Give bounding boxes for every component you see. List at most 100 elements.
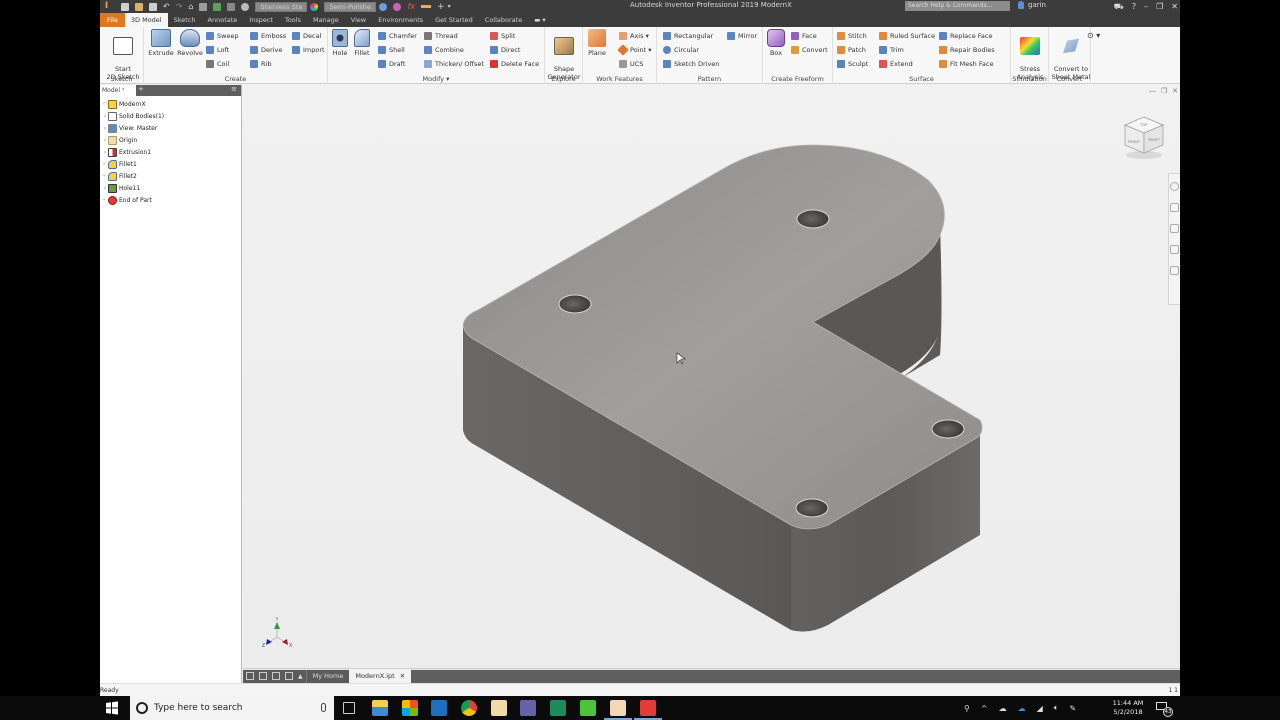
ribbon-options-icon[interactable]: ⊙ ▾ — [1087, 31, 1100, 40]
plane-button[interactable]: Plane — [585, 29, 609, 57]
material-icon[interactable] — [241, 2, 250, 11]
draft-button[interactable]: Draft — [378, 58, 405, 70]
repair-bodies-button[interactable]: Repair Bodies — [939, 44, 995, 56]
material-select[interactable]: Stainless Steel — [255, 1, 308, 12]
zoom-icon[interactable] — [1170, 224, 1179, 233]
face-button[interactable]: Face — [791, 30, 817, 42]
convert-button[interactable]: Convert — [791, 44, 828, 56]
tree-item[interactable]: › Origin — [100, 134, 241, 146]
tree-item[interactable]: › Extrusion1 — [100, 146, 241, 158]
start-2d-sketch-button[interactable]: Start 2D Sketch — [106, 29, 140, 81]
add-browser-icon[interactable]: + — [138, 85, 144, 93]
box-button[interactable]: Box — [763, 29, 789, 57]
teams-icon[interactable] — [520, 700, 536, 716]
tab-annotate[interactable]: Annotate — [202, 13, 244, 27]
save-icon[interactable] — [149, 2, 157, 11]
steering-wheel-icon[interactable] — [1170, 182, 1179, 191]
appearance-ball-icon[interactable] — [310, 2, 319, 11]
camtasia-recorder-icon[interactable] — [634, 700, 662, 720]
show-hidden-icons[interactable]: ^ — [981, 704, 988, 713]
decal-button[interactable]: Decal — [292, 30, 321, 42]
tab-modernx-ipt[interactable]: ModernX.ipt ✕ — [349, 668, 412, 684]
point-button[interactable]: Point ▾ — [617, 44, 651, 56]
coil-button[interactable]: Coil — [206, 58, 229, 70]
tile-icon[interactable] — [259, 672, 267, 680]
tab-view[interactable]: View — [345, 13, 372, 27]
store-icon[interactable] — [402, 700, 418, 716]
tab-environments[interactable]: Environments — [372, 13, 429, 27]
cart-icon[interactable]: ⛟ — [1114, 2, 1124, 12]
home-icon[interactable]: ⌂ — [188, 2, 193, 11]
taskbar-clock[interactable]: 11:44 AM 5/2/2018 — [1108, 699, 1148, 717]
outlook-icon[interactable] — [431, 700, 447, 716]
open-documents-icon[interactable]: ▲ — [298, 673, 303, 680]
fit-mesh-face-button[interactable]: Fit Mesh Face — [939, 58, 994, 70]
rectangular-pattern-button[interactable]: Rectangular — [663, 30, 713, 42]
viewport-restore-button[interactable]: ❐ — [1161, 87, 1167, 95]
viewport-minimize-button[interactable]: — — [1149, 87, 1156, 95]
tab-tools[interactable]: Tools — [279, 13, 307, 27]
open-icon[interactable] — [135, 2, 143, 11]
tab-my-home[interactable]: My Home — [305, 669, 350, 683]
action-center-icon[interactable]: 43 — [1155, 701, 1173, 717]
camtasia-icon[interactable] — [580, 700, 596, 716]
sculpt-button[interactable]: Sculpt — [837, 58, 868, 70]
people-icon[interactable]: ⚲ — [964, 704, 970, 713]
revolve-button[interactable]: Revolve — [175, 29, 205, 57]
redo-icon[interactable]: ↷ — [176, 2, 183, 11]
close-button[interactable]: ✕ — [1171, 2, 1178, 11]
tile-horizontal-icon[interactable] — [272, 672, 280, 680]
ruled-surface-button[interactable]: Ruled Surface — [879, 30, 935, 42]
measure-icon[interactable] — [421, 5, 432, 8]
combine-button[interactable]: Combine — [424, 44, 464, 56]
update-icon[interactable] — [199, 2, 208, 11]
trim-button[interactable]: Trim — [879, 44, 904, 56]
fusion-app-icon[interactable] — [491, 700, 507, 716]
derive-button[interactable]: Derive — [250, 44, 282, 56]
emboss-button[interactable]: Emboss — [250, 30, 286, 42]
help-search-input[interactable]: Search Help & Commands... — [905, 1, 1010, 11]
task-view-icon[interactable] — [343, 702, 355, 714]
delete-face-button[interactable]: Delete Face — [490, 58, 539, 70]
direct-button[interactable]: Direct — [490, 44, 520, 56]
orbit-icon[interactable] — [1170, 245, 1179, 254]
tab-manage[interactable]: Manage — [307, 13, 345, 27]
split-button[interactable]: Split — [490, 30, 515, 42]
stitch-button[interactable]: Stitch — [837, 30, 867, 42]
axis-button[interactable]: Axis ▾ — [619, 30, 649, 42]
ribbon-display-toggle[interactable]: ▬ ▾ — [528, 13, 551, 27]
extend-button[interactable]: Extend — [879, 58, 913, 70]
pen-icon[interactable]: ✎ — [1070, 704, 1077, 713]
ucs-button[interactable]: UCS — [619, 58, 643, 70]
wifi-icon[interactable]: ◢ — [1037, 704, 1043, 713]
microphone-icon[interactable] — [321, 703, 326, 712]
viewcube[interactable]: TOP FRONT RIGHT — [1121, 113, 1167, 161]
thicken-offset-button[interactable]: Thicken/ Offset — [424, 58, 484, 70]
taskbar-search-input[interactable]: Type here to search — [130, 696, 334, 720]
help-icon[interactable]: ? — [1132, 2, 1136, 11]
sketch-driven-pattern-button[interactable]: Sketch Driven — [663, 58, 719, 70]
hole-front[interactable] — [795, 498, 829, 518]
import-button[interactable]: Import — [292, 44, 325, 56]
file-explorer-icon[interactable] — [372, 700, 388, 716]
fillet-button[interactable]: Fillet — [350, 29, 374, 57]
hole-right[interactable] — [931, 419, 965, 439]
replace-face-button[interactable]: Replace Face — [939, 30, 992, 42]
chamfer-button[interactable]: Chamfer — [378, 30, 417, 42]
minimize-button[interactable]: – — [1144, 2, 1148, 11]
look-at-icon[interactable] — [1170, 266, 1179, 275]
tree-item-root[interactable]: ◠ ModernX — [100, 98, 241, 110]
undo-icon[interactable]: ↶ — [163, 2, 170, 11]
mirror-button[interactable]: Mirror — [727, 30, 757, 42]
panel-label-modify[interactable]: Modify ▾ — [328, 75, 544, 83]
cascade-icon[interactable] — [246, 672, 254, 680]
loft-button[interactable]: Loft — [206, 44, 229, 56]
tree-item[interactable]: › Solid Bodies(1) — [100, 110, 241, 122]
browser-tab-model[interactable]: Model ˣ — [100, 85, 136, 97]
tree-item[interactable]: › View: Master — [100, 122, 241, 134]
thread-button[interactable]: Thread — [424, 30, 458, 42]
sweep-button[interactable]: Sweep — [206, 30, 239, 42]
rib-button[interactable]: Rib — [250, 58, 271, 70]
parameters-icon[interactable]: fx — [407, 2, 415, 11]
inventor-logo-icon[interactable]: I — [102, 1, 111, 12]
